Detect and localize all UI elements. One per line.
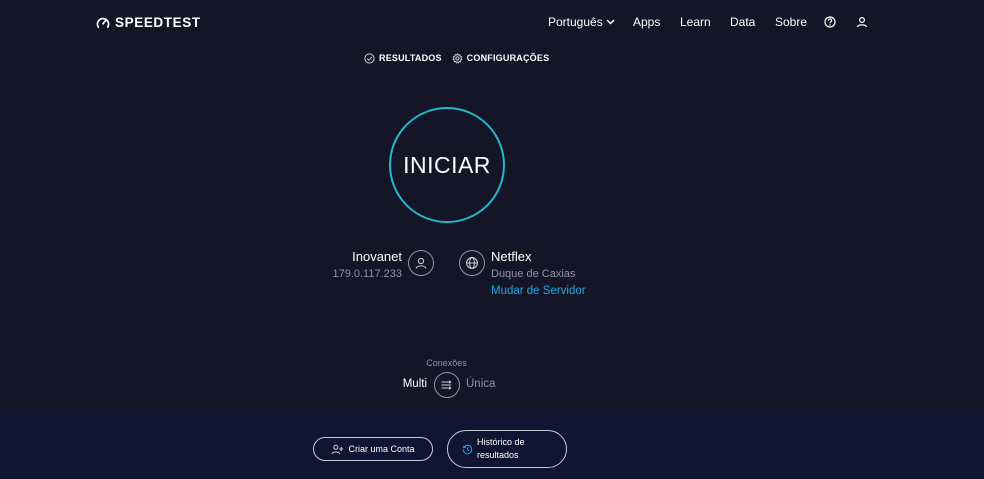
server-icon-circle [459, 250, 485, 276]
nav-learn[interactable]: Learn [680, 15, 711, 29]
settings-label: CONFIGURAÇÕES [466, 53, 550, 63]
connections-multi-option[interactable]: Multi [403, 378, 427, 390]
results-label: RESULTADOS [379, 53, 442, 63]
results-link[interactable]: RESULTADOS [364, 52, 442, 64]
nav-apps[interactable]: Apps [633, 15, 660, 29]
connections-label: Conexões [426, 358, 467, 368]
isp-name: Inovanet [352, 249, 402, 264]
isp-info: Inovanet 179.0.117.233 [332, 249, 402, 280]
globe-icon [466, 257, 478, 269]
help-icon[interactable] [823, 15, 837, 29]
check-circle-icon [364, 52, 375, 64]
change-server-link[interactable]: Mudar de Servidor [491, 285, 586, 297]
start-button[interactable]: INICIAR [389, 107, 505, 223]
main-area: SPEEDTEST Português Apps Learn Data Sobr… [0, 0, 984, 414]
add-user-icon [331, 444, 344, 454]
chevron-down-icon [606, 19, 615, 25]
person-icon [415, 257, 427, 269]
connections-single-option[interactable]: Única [466, 378, 495, 390]
results-history-button[interactable]: Histórico de resultados [447, 430, 567, 468]
speedometer-logo-icon [96, 17, 110, 28]
history-icon [462, 444, 473, 454]
results-history-label: Histórico de resultados [477, 437, 525, 460]
speedtest-page: SPEEDTEST Português Apps Learn Data Sobr… [0, 0, 984, 479]
isp-ip: 179.0.117.233 [332, 268, 402, 280]
start-button-label: INICIAR [403, 151, 491, 178]
connections-toggle[interactable] [434, 372, 460, 398]
create-account-label: Criar uma Conta [348, 444, 415, 454]
footer-bar: Criar uma Conta Histórico de resultados [0, 414, 984, 479]
nav-language-label: Português [548, 15, 603, 29]
create-account-button[interactable]: Criar uma Conta [313, 437, 433, 461]
speedtest-logo[interactable]: SPEEDTEST [96, 15, 201, 30]
sub-nav: RESULTADOS CONFIGURAÇÕES [364, 51, 549, 65]
nav-about[interactable]: Sobre [775, 15, 807, 29]
logo-text: SPEEDTEST [115, 15, 201, 30]
connections-icon [441, 380, 452, 390]
gear-icon [451, 52, 463, 64]
server-info: Netflex Duque de Caxias Mudar de Servido… [491, 249, 586, 297]
server-location: Duque de Caxias [491, 268, 576, 280]
nav-language[interactable]: Português [548, 15, 615, 29]
settings-link[interactable]: CONFIGURAÇÕES [451, 52, 550, 64]
isp-icon-circle [408, 250, 434, 276]
server-name: Netflex [491, 249, 532, 264]
nav-data[interactable]: Data [730, 15, 755, 29]
user-icon[interactable] [855, 15, 869, 29]
